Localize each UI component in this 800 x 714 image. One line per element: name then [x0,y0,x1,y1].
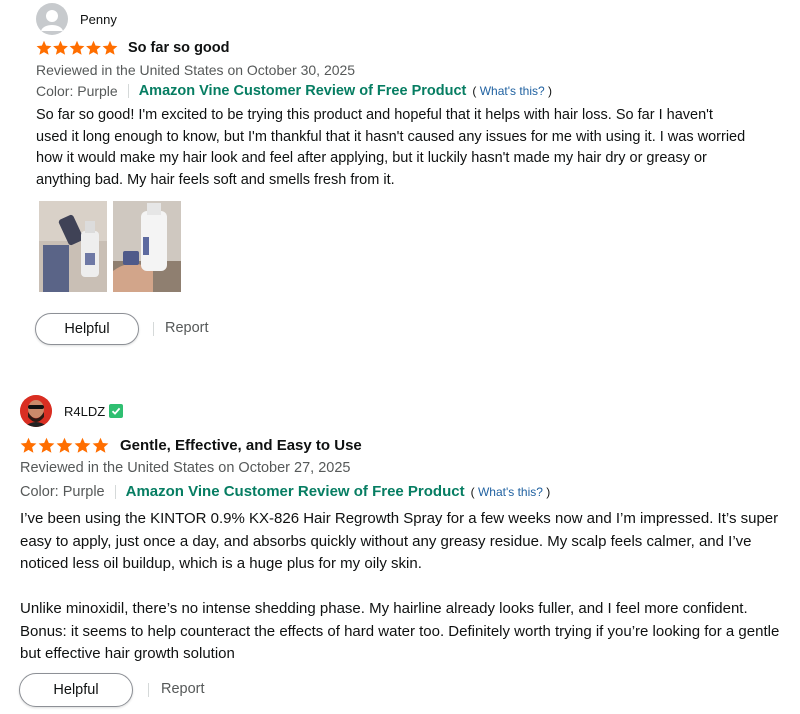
review-title[interactable]: Gentle, Effective, and Easy to Use [120,437,362,454]
verified-check-icon [109,404,124,418]
reviewer-profile[interactable]: R4LDZ [20,395,124,427]
bearded-man-avatar-icon [20,395,52,427]
helpful-button[interactable]: Helpful [35,313,139,345]
product-variant: Color: Purple [36,83,118,99]
report-link[interactable]: Report [165,320,209,336]
report-link[interactable]: Report [161,681,205,697]
vine-badge: Amazon Vine Customer Review of Free Prod… [138,83,467,99]
divider [114,484,116,499]
divider [148,683,149,697]
review-paragraph: I’ve been using the KINTOR 0.9% KX-826 H… [20,510,779,572]
vine-badge: Amazon Vine Customer Review of Free Prod… [125,483,465,500]
reviewer-name[interactable]: R4LDZ [64,404,105,419]
review-date: Reviewed in the United States on October… [20,460,351,476]
divider [153,322,154,336]
default-avatar-icon [36,3,68,35]
whats-this-link[interactable]: What's this? [480,84,545,98]
review-body: I’ve been using the KINTOR 0.9% KX-826 H… [20,508,790,666]
review-body: So far so good! I'm excited to be trying… [36,107,746,188]
review-image-thumbnail[interactable] [113,201,181,292]
five-star-icon [20,437,109,453]
star-rating[interactable] [36,40,118,56]
helpful-button[interactable]: Helpful [19,673,133,707]
review-image-thumbnail[interactable] [39,201,107,292]
star-rating[interactable] [20,437,110,454]
five-star-icon [36,40,118,55]
reviewer-name[interactable]: Penny [80,12,117,27]
whats-this-link[interactable]: What's this? [478,485,543,499]
review-paragraph: Unlike minoxidil, there’s no intense she… [20,600,780,662]
divider [127,84,129,98]
reviewer-profile[interactable]: Penny [36,3,117,35]
review-title[interactable]: So far so good [128,40,230,56]
product-variant: Color: Purple [20,483,105,500]
review-date: Reviewed in the United States on October… [36,62,356,78]
